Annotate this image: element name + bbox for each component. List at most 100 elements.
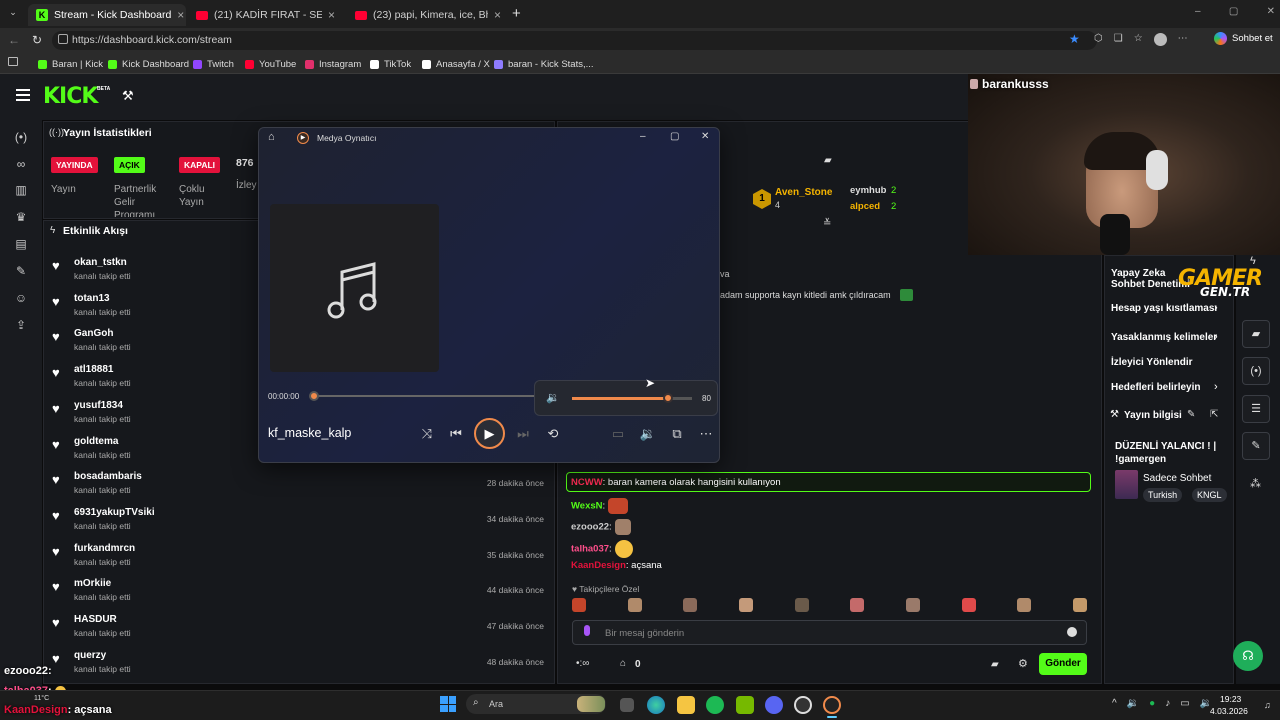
menu-icon[interactable] (16, 89, 30, 101)
new-tab-button[interactable]: + (512, 5, 526, 22)
community-icon[interactable]: •:∞ (576, 658, 589, 669)
emote[interactable] (572, 598, 586, 612)
chat-panel-button[interactable]: ▰ (1242, 320, 1270, 348)
kick-logo[interactable]: KICK (43, 84, 98, 109)
emote[interactable] (794, 598, 809, 612)
seek-bar-track[interactable] (314, 395, 534, 397)
follower-name[interactable]: bosadambaris (74, 471, 142, 482)
tools-panel-button[interactable]: ✎ (1242, 432, 1270, 460)
category-name[interactable]: Sadece Sohbet (1143, 473, 1211, 484)
address-input[interactable]: https://dashboard.kick.com/stream (52, 31, 1097, 50)
chevron-right-icon[interactable]: › (1214, 381, 1218, 393)
emote[interactable] (1017, 598, 1032, 612)
previous-icon[interactable]: ⏮ (446, 424, 466, 444)
popout-icon[interactable]: ⇱ (1210, 409, 1218, 420)
microphone-icon[interactable] (584, 625, 590, 636)
follower-name[interactable]: querzy (74, 650, 106, 661)
discord-icon[interactable] (765, 696, 783, 714)
emote[interactable] (905, 598, 920, 612)
community-icon[interactable]: ⁂ (1250, 477, 1261, 490)
collections-icon[interactable]: ❏ (1114, 33, 1123, 47)
broadcast-panel-button[interactable]: (•) (1242, 357, 1270, 385)
play-button[interactable]: ▶ (474, 418, 505, 449)
tab-youtube-1[interactable]: (21) KADİR FIRAT - SENDEN GEÇEMEM × (188, 4, 343, 26)
chat-icon[interactable]: ▰ (824, 155, 832, 166)
home-icon[interactable]: ⌂ (268, 131, 275, 143)
chat-username[interactable]: NCWW (571, 477, 603, 488)
profile-avatar[interactable] (1153, 33, 1167, 46)
chevron-up-icon[interactable]: ^ (1112, 698, 1117, 712)
clock-time[interactable]: 19:23 (1220, 694, 1241, 704)
obs-icon[interactable] (794, 696, 812, 714)
shield-icon[interactable]: ● (1149, 698, 1155, 712)
close-icon[interactable]: × (494, 8, 501, 22)
emote[interactable] (1072, 598, 1087, 612)
follower-name[interactable]: 6931yakupTVsiki (74, 507, 155, 518)
emoji-icon[interactable] (1067, 627, 1077, 637)
chat-username[interactable]: ezooo22 (571, 522, 609, 533)
tab-youtube-2[interactable]: (23) papi, Kimera, ice, Bhetto, Vesp × (347, 4, 509, 26)
seek-bar-thumb[interactable] (309, 391, 319, 401)
bookmark-item[interactable]: TikTok (370, 56, 411, 72)
bookmark-item[interactable]: Baran | Kick (38, 56, 103, 72)
follower-name[interactable]: GanGoh (74, 328, 113, 339)
link-icon[interactable]: ∞ (13, 156, 29, 172)
bookmark-item[interactable]: Kick Dashboard (108, 56, 189, 72)
chat-bubble-icon[interactable]: ▰ (991, 659, 999, 670)
chevron-right-icon[interactable]: › (1214, 302, 1218, 314)
users-icon[interactable]: ☺ (13, 290, 29, 306)
maximize-icon[interactable]: ▢ (1229, 6, 1238, 20)
bookmark-item[interactable]: Twitch (193, 56, 234, 72)
chat-username[interactable]: talha037 (571, 544, 609, 555)
notification-bell-icon[interactable]: ♫ (1264, 700, 1271, 710)
more-icon[interactable]: ⋯ (1178, 33, 1188, 47)
nvidia-icon[interactable] (736, 696, 754, 714)
library-icon[interactable]: ▤ (13, 236, 29, 252)
minimize-icon[interactable]: – (640, 131, 646, 142)
hammer-icon[interactable]: ⚒ (122, 88, 134, 104)
settings-gear-icon[interactable]: ⚙ (1018, 657, 1028, 670)
trophy-icon[interactable]: ♛ (13, 209, 29, 225)
bookmark-item[interactable]: Anasayfa / X (422, 56, 490, 72)
windows-start-icon[interactable] (440, 696, 456, 712)
favorites-icon[interactable]: ☆ (1134, 33, 1143, 47)
emote[interactable] (961, 598, 976, 612)
edit-icon[interactable]: ✎ (1187, 409, 1195, 420)
menu-item-account-age[interactable]: Hesap yaşı kısıtlaması (1111, 303, 1217, 314)
bookmark-item[interactable]: baran - Kick Stats,... (494, 56, 594, 72)
speaker-icon[interactable]: 🔉 (1127, 698, 1139, 712)
expand-leaderboard-icon[interactable]: ≚ (823, 218, 831, 229)
mic-icon[interactable]: ♪ (1165, 698, 1170, 712)
menu-item-banned-words[interactable]: Yasaklanmış kelimeler (1111, 332, 1217, 343)
support-button[interactable]: ☊ (1233, 641, 1263, 671)
tag-chip[interactable]: KNGL (1192, 488, 1227, 502)
tag-chip[interactable]: Turkish (1143, 488, 1183, 502)
follower-name[interactable]: goldtema (74, 436, 118, 447)
close-icon[interactable]: × (177, 8, 184, 22)
follower-name[interactable]: yusuf1834 (74, 400, 123, 411)
bookmark-item[interactable]: Instagram (305, 56, 361, 72)
network-icon[interactable]: ▭ (1180, 698, 1189, 712)
emote[interactable] (683, 598, 698, 612)
volume-slider-thumb[interactable] (663, 393, 673, 403)
menu-item-goals[interactable]: Hedefleri belirleyin (1111, 382, 1200, 393)
volume-icon[interactable]: 🔉 (546, 391, 560, 404)
menu-item-raid[interactable]: İzleyici Yönlendir (1111, 357, 1193, 368)
puzzle-icon[interactable]: ⬡ (1094, 33, 1103, 47)
chevron-right-icon[interactable]: › (1214, 331, 1218, 343)
tab-kick-dashboard[interactable]: K Stream - Kick Dashboard × (28, 4, 186, 26)
miniplayer-icon[interactable]: ⧉ (667, 424, 687, 444)
follower-name[interactable]: HASDUR (74, 614, 117, 625)
site-info-icon[interactable] (58, 34, 68, 44)
follower-name[interactable]: atl18881 (74, 364, 113, 375)
favorite-star-icon[interactable]: ★ (1069, 32, 1080, 46)
upload-icon[interactable]: ⇪ (13, 317, 29, 333)
close-icon[interactable]: ✕ (1267, 6, 1275, 20)
back-icon[interactable]: ← (8, 33, 20, 47)
refresh-icon[interactable]: ↻ (32, 33, 42, 47)
tab-list-button[interactable]: ⌄ (6, 7, 20, 21)
file-explorer-icon[interactable] (677, 696, 695, 714)
edge-icon[interactable] (647, 696, 665, 714)
broadcast-icon[interactable]: (•) (13, 129, 29, 145)
close-icon[interactable]: × (328, 8, 335, 22)
